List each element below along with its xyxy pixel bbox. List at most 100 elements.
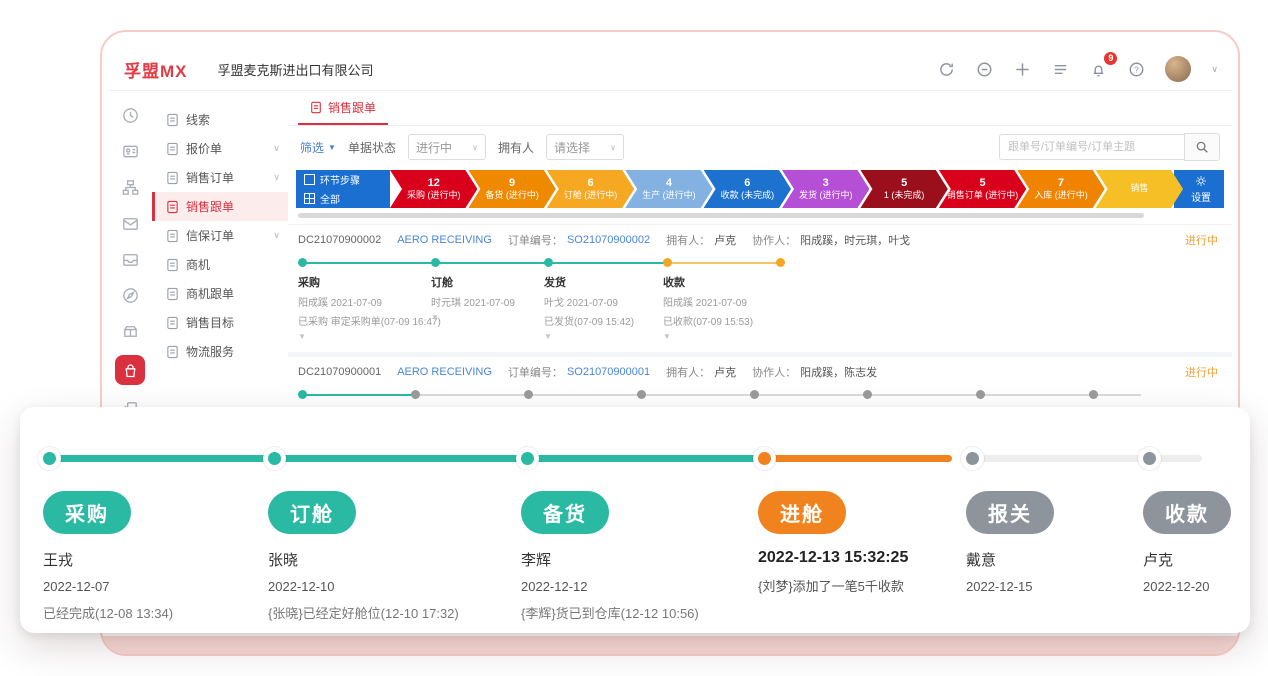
stage-arrow[interactable]: 7 入库 (进行中) <box>1017 170 1104 208</box>
stage-date: 2022-12-20 <box>1143 579 1253 594</box>
milestone-track <box>524 390 637 399</box>
stage-arrow[interactable]: 3 发货 (进行中) <box>782 170 869 208</box>
bell-icon[interactable]: 9 <box>1089 60 1107 78</box>
sidebar-menu-item[interactable]: 销售目标 <box>152 308 288 337</box>
order-header: DC21070900001 AERO RECEIVING 订单编号： SO210… <box>288 357 1232 382</box>
milestone-expand-caret[interactable]: ▼ <box>544 332 663 341</box>
milestone-owner-date: 叶戈 2021-07-09 <box>544 294 663 309</box>
order-code-link[interactable]: DC21070900001 <box>298 366 381 378</box>
sidebar-menu-item[interactable]: 信保订单 ∨ <box>152 221 288 250</box>
owner-value: 卢克 <box>714 364 736 380</box>
message-icon[interactable] <box>975 60 993 78</box>
avatar[interactable] <box>1165 56 1191 82</box>
milestone-expand-caret[interactable]: ▼ <box>663 332 776 341</box>
tab-sales-followup[interactable]: 销售跟单 <box>298 91 388 125</box>
help-icon[interactable]: ? <box>1127 60 1145 78</box>
shipping-icon[interactable] <box>118 319 142 343</box>
order-type-link[interactable]: AERO RECEIVING <box>397 234 492 246</box>
owner-label: 拥有人： <box>666 232 710 248</box>
stage-label: 入库 (进行中) <box>1034 190 1088 202</box>
collaborators-value: 阳成蹊，陈志发 <box>800 364 877 380</box>
stage-connector <box>1152 455 1202 462</box>
sidebar-menu-item[interactable]: 物流服务 <box>152 337 288 366</box>
org-icon[interactable] <box>118 175 142 199</box>
stage-date: 2022-12-12 <box>521 579 758 594</box>
menu-item-label: 销售目标 <box>186 314 234 331</box>
stage-arrow[interactable]: 12 采购 (进行中) <box>390 170 477 208</box>
order-type-link[interactable]: AERO RECEIVING <box>397 366 492 378</box>
stage-person: 张晓 <box>268 549 521 570</box>
owner-select[interactable]: 请选择 ∨ <box>546 134 624 160</box>
milestone-connector <box>1097 394 1141 396</box>
stage-count: 6 <box>744 176 750 190</box>
stage-steps-checkbox[interactable]: 环节步骤 <box>304 172 390 187</box>
stage-steps-label: 环节步骤 <box>320 172 360 187</box>
filter-button[interactable]: 筛选 ▼ <box>300 139 336 156</box>
compass-icon[interactable] <box>118 283 142 307</box>
sidebar-menu-item[interactable]: 商机跟单 <box>152 279 288 308</box>
milestone-name: 订舱 <box>431 274 544 290</box>
stage-arrow[interactable]: 6 收款 (未完成) <box>704 170 791 208</box>
add-icon[interactable] <box>1013 60 1031 78</box>
milestone <box>776 258 889 341</box>
milestone-dot <box>298 390 307 399</box>
sidebar-menu-item[interactable]: 报价单 ∨ <box>152 134 288 163</box>
chevron-down-icon: ∨ <box>273 230 280 241</box>
milestone-connector <box>645 394 754 396</box>
company-name: 孚盟麦克斯进出口有限公司 <box>218 60 374 79</box>
sidebar-menu-item[interactable]: 商机 <box>152 250 288 279</box>
stage-arrow[interactable]: 5 销售订单 (进行中) <box>939 170 1026 208</box>
order-no-link[interactable]: SO21070900001 <box>567 366 650 378</box>
search-input[interactable] <box>999 134 1184 160</box>
milestone-owner-date: 阳成蹊 2021-07-09 <box>298 294 431 309</box>
milestone-track <box>298 258 431 267</box>
order-code-link[interactable]: DC21070900002 <box>298 234 381 246</box>
milestone-expand-caret[interactable]: ▼ <box>298 332 431 341</box>
milestone-dot <box>776 258 785 267</box>
menu-item-label: 销售跟单 <box>186 198 234 215</box>
caret-down-icon[interactable]: ∨ <box>1211 64 1218 75</box>
status-select[interactable]: 进行中 ∨ <box>408 134 486 160</box>
tab-label: 销售跟单 <box>328 99 376 116</box>
milestone-expand-caret[interactable]: ▼ <box>431 313 544 322</box>
sales-docs-icon[interactable] <box>115 355 145 385</box>
stage-all-toggle[interactable]: 全部 <box>304 191 390 206</box>
milestone-dot <box>431 258 440 267</box>
sidebar-menu-item[interactable]: 销售订单 ∨ <box>152 163 288 192</box>
stage-date: {刘梦}添加了一笔5千收款 <box>758 576 966 595</box>
stage-count: 5 <box>901 176 907 190</box>
milestone-dot <box>637 390 646 399</box>
stage-pill: 备货 <box>521 491 609 534</box>
milestone-connector <box>306 394 415 396</box>
stage-arrow[interactable]: 4 生产 (进行中) <box>625 170 712 208</box>
horizontal-scrollbar[interactable] <box>298 213 1144 218</box>
menu-item-label: 信保订单 <box>186 227 234 244</box>
sidebar-menu-item[interactable]: 销售跟单 <box>152 192 288 221</box>
milestone-track <box>431 258 544 267</box>
doc-icon <box>166 200 179 214</box>
sync-icon[interactable] <box>937 60 955 78</box>
order-no-link[interactable]: SO21070900002 <box>567 234 650 246</box>
stage-person: 戴意 <box>966 549 1143 570</box>
stage-arrow[interactable]: 5 1 (未完成) <box>860 170 947 208</box>
contacts-icon[interactable] <box>118 139 142 163</box>
stage-arrow[interactable]: 6 订舱 (进行中) <box>547 170 634 208</box>
milestone-dot <box>544 258 553 267</box>
inbox-icon[interactable] <box>118 247 142 271</box>
stage-count: 12 <box>428 176 440 190</box>
mail-icon[interactable] <box>118 211 142 235</box>
milestone-dot <box>750 390 759 399</box>
search-button[interactable] <box>1184 133 1220 161</box>
stage-track <box>1143 445 1253 471</box>
stage-arrow[interactable]: 销售 <box>1096 170 1183 208</box>
milestone-dot <box>663 258 672 267</box>
stage-arrow[interactable]: 9 备货 (进行中) <box>468 170 555 208</box>
dashboard-icon[interactable] <box>118 103 142 127</box>
list-icon[interactable] <box>1051 60 1069 78</box>
milestone-dot <box>411 390 420 399</box>
screenshot-stage: 孚盟MX 孚盟麦克斯进出口有限公司 9 <box>0 0 1268 676</box>
stage-track <box>758 445 966 471</box>
milestone-dot <box>863 390 872 399</box>
sidebar-menu-item[interactable]: 线索 <box>152 105 288 134</box>
milestone-dot <box>298 258 307 267</box>
